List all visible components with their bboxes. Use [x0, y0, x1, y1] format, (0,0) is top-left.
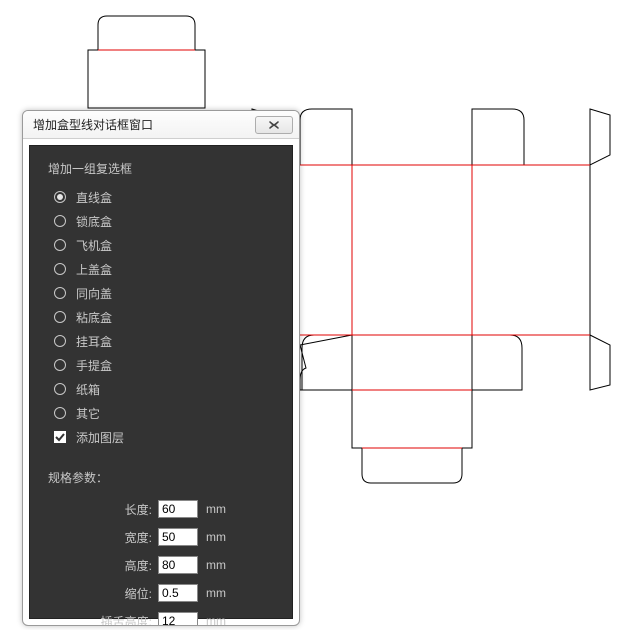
radio-icon: [54, 383, 66, 395]
option-label: 直线盒: [76, 189, 112, 206]
width-input[interactable]: [158, 528, 198, 546]
box-type-option[interactable]: 上盖盒: [54, 257, 274, 281]
param-unit: mm: [206, 586, 226, 600]
dialog-titlebar: 增加盒型线对话框窗口: [23, 111, 299, 139]
tuck-height-input[interactable]: [158, 612, 198, 626]
radio-icon: [54, 407, 66, 419]
option-label: 纸箱: [76, 381, 100, 398]
radio-icon: [54, 359, 66, 371]
option-label: 同向盖: [76, 285, 112, 302]
option-label: 锁底盒: [76, 213, 112, 230]
close-button[interactable]: [255, 116, 293, 134]
close-icon: [267, 120, 281, 130]
box-type-group-label: 增加一组复选框: [48, 160, 274, 177]
option-label: 上盖盒: [76, 261, 112, 278]
param-unit: mm: [206, 502, 226, 516]
box-type-option[interactable]: 纸箱: [54, 377, 274, 401]
param-unit: mm: [206, 614, 226, 626]
add-box-line-dialog: 增加盒型线对话框窗口 增加一组复选框 直线盒 锁底盒 飞机盒 上盖盒 同向盖 粘…: [22, 110, 300, 626]
option-label: 手提盒: [76, 357, 112, 374]
option-label: 其它: [76, 405, 100, 422]
add-layer-checkbox[interactable]: 添加图层: [54, 425, 274, 449]
option-label: 飞机盒: [76, 237, 112, 254]
option-label: 粘底盒: [76, 309, 112, 326]
param-label: 宽度:: [48, 529, 158, 546]
shrink-input[interactable]: [158, 584, 198, 602]
param-label: 高度:: [48, 557, 158, 574]
param-row-tuck-height: 插舌高度: mm: [48, 608, 274, 626]
box-type-option[interactable]: 挂耳盒: [54, 329, 274, 353]
box-type-option[interactable]: 直线盒: [54, 185, 274, 209]
length-input[interactable]: [158, 500, 198, 518]
param-row-height: 高度: mm: [48, 552, 274, 578]
box-type-options: 直线盒 锁底盒 飞机盒 上盖盒 同向盖 粘底盒 挂耳盒 手提盒 纸箱 其它 添加…: [54, 185, 274, 449]
param-label: 缩位:: [48, 585, 158, 602]
dialog-title: 增加盒型线对话框窗口: [33, 116, 255, 133]
box-type-option[interactable]: 手提盒: [54, 353, 274, 377]
box-type-option[interactable]: 粘底盒: [54, 305, 274, 329]
param-unit: mm: [206, 530, 226, 544]
param-row-length: 长度: mm: [48, 496, 274, 522]
param-unit: mm: [206, 558, 226, 572]
option-label: 挂耳盒: [76, 333, 112, 350]
height-input[interactable]: [158, 556, 198, 574]
dialog-body: 增加一组复选框 直线盒 锁底盒 飞机盒 上盖盒 同向盖 粘底盒 挂耳盒 手提盒 …: [29, 145, 293, 619]
box-type-option[interactable]: 同向盖: [54, 281, 274, 305]
checkbox-icon: [54, 431, 66, 443]
box-type-option[interactable]: 飞机盒: [54, 233, 274, 257]
radio-icon: [54, 215, 66, 227]
radio-icon: [54, 263, 66, 275]
radio-icon: [54, 311, 66, 323]
radio-icon: [54, 287, 66, 299]
params-section-label: 规格参数：: [48, 469, 274, 486]
param-row-width: 宽度: mm: [48, 524, 274, 550]
param-row-shrink: 缩位: mm: [48, 580, 274, 606]
box-type-option[interactable]: 锁底盒: [54, 209, 274, 233]
box-type-option[interactable]: 其它: [54, 401, 274, 425]
radio-icon: [54, 239, 66, 251]
param-label: 插舌高度:: [48, 613, 158, 627]
radio-icon: [54, 335, 66, 347]
radio-icon: [54, 191, 66, 203]
add-layer-label: 添加图层: [76, 429, 124, 446]
param-label: 长度:: [48, 501, 158, 518]
